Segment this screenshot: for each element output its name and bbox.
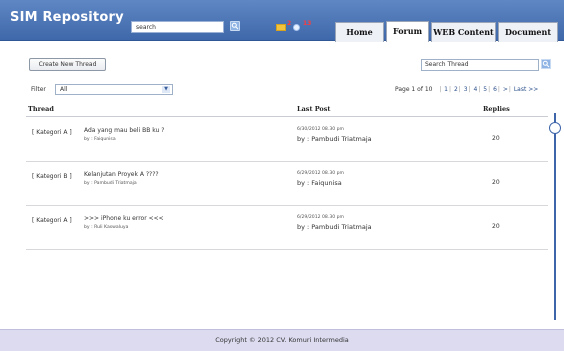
reply-count: 20 [492, 179, 500, 186]
thread-author: by : Faiqunisa [84, 137, 116, 142]
chevron-down-icon: ▼ [162, 86, 170, 93]
page-link-5[interactable]: 5 [483, 86, 487, 93]
thread-category: [ Kategori A ] [32, 217, 72, 224]
column-thread: Thread [28, 105, 54, 113]
mail-icon[interactable] [276, 24, 286, 31]
mail-count-badge: 2 [287, 20, 292, 27]
app-logo[interactable]: SIM Repository [10, 10, 124, 25]
search-icon [542, 60, 550, 68]
pagination: Page 1 of 10 | 1| 2| 3| 4| 5| 6| >| Last… [395, 86, 539, 93]
filter-select[interactable]: All ▼ [55, 84, 173, 95]
search-thread-button[interactable] [541, 59, 551, 69]
tab-forum[interactable]: Forum [386, 21, 429, 42]
notification-icon[interactable] [293, 24, 300, 31]
last-post-date: 6/30/2012 08.30 pm [297, 127, 345, 132]
column-replies: Replies [483, 105, 510, 113]
last-post-author: by : Pambudi Triatmaja [297, 223, 372, 231]
search-thread-input[interactable]: Search Thread [421, 59, 539, 71]
tab-home[interactable]: Home [335, 22, 384, 42]
last-post-date: 6/29/2012 08.30 pm [297, 171, 345, 176]
thread-title-link[interactable]: >>> iPhone ku error <<< [84, 215, 164, 222]
tab-document[interactable]: Document [498, 22, 558, 42]
thread-title-link[interactable]: Kelanjutan Proyek A ???? [84, 171, 159, 178]
page-link-4[interactable]: 4 [474, 86, 478, 93]
thread-author: by : Ruli Kaswaluya [84, 225, 129, 230]
page-link-2[interactable]: 2 [454, 86, 458, 93]
reply-count: 20 [492, 223, 500, 230]
table-row[interactable]: [ Kategori B ] Kelanjutan Proyek A ???? … [26, 162, 548, 206]
page-info: Page 1 of 10 [395, 86, 433, 93]
page-link-6[interactable]: 6 [493, 86, 497, 93]
scrollbar-track[interactable] [554, 113, 556, 320]
table-row[interactable]: [ Kategori A ] Ada yang mau beli BB ku ?… [26, 118, 548, 162]
create-new-thread-button[interactable]: Create New Thread [29, 58, 106, 71]
reply-count: 20 [492, 135, 500, 142]
thread-author: by : Pambudi Triatmaja [84, 181, 137, 186]
page-link-3[interactable]: 3 [464, 86, 468, 93]
page-next-link[interactable]: > [503, 86, 508, 93]
column-last-post: Last Post [297, 105, 331, 113]
thread-category: [ Kategori A ] [32, 129, 72, 136]
tab-web-content[interactable]: WEB Content [431, 22, 496, 42]
table-row[interactable]: [ Kategori A ] >>> iPhone ku error <<< b… [26, 206, 548, 250]
page-last-link[interactable]: Last >> [514, 86, 538, 93]
search-icon [231, 22, 239, 30]
page-link-1[interactable]: 1 [444, 86, 448, 93]
thread-title-link[interactable]: Ada yang mau beli BB ku ? [84, 127, 164, 134]
filter-label: Filter [31, 86, 46, 93]
last-post-date: 6/29/2012 08.30 pm [297, 215, 345, 220]
thread-table-header: Thread Last Post Replies [26, 105, 548, 117]
filter-selected-value: All [60, 86, 68, 93]
scrollbar-handle[interactable] [549, 122, 561, 134]
last-post-author: by : Faiqunisa [297, 179, 342, 187]
last-post-author: by : Pambudi Triatmaja [297, 135, 372, 143]
notification-count-badge: 13 [303, 20, 312, 27]
footer: Copyright © 2012 CV. Komuri Intermedia [0, 329, 564, 351]
thread-category: [ Kategori B ] [32, 173, 72, 180]
search-input[interactable]: search [131, 21, 224, 33]
search-button[interactable] [230, 21, 240, 31]
